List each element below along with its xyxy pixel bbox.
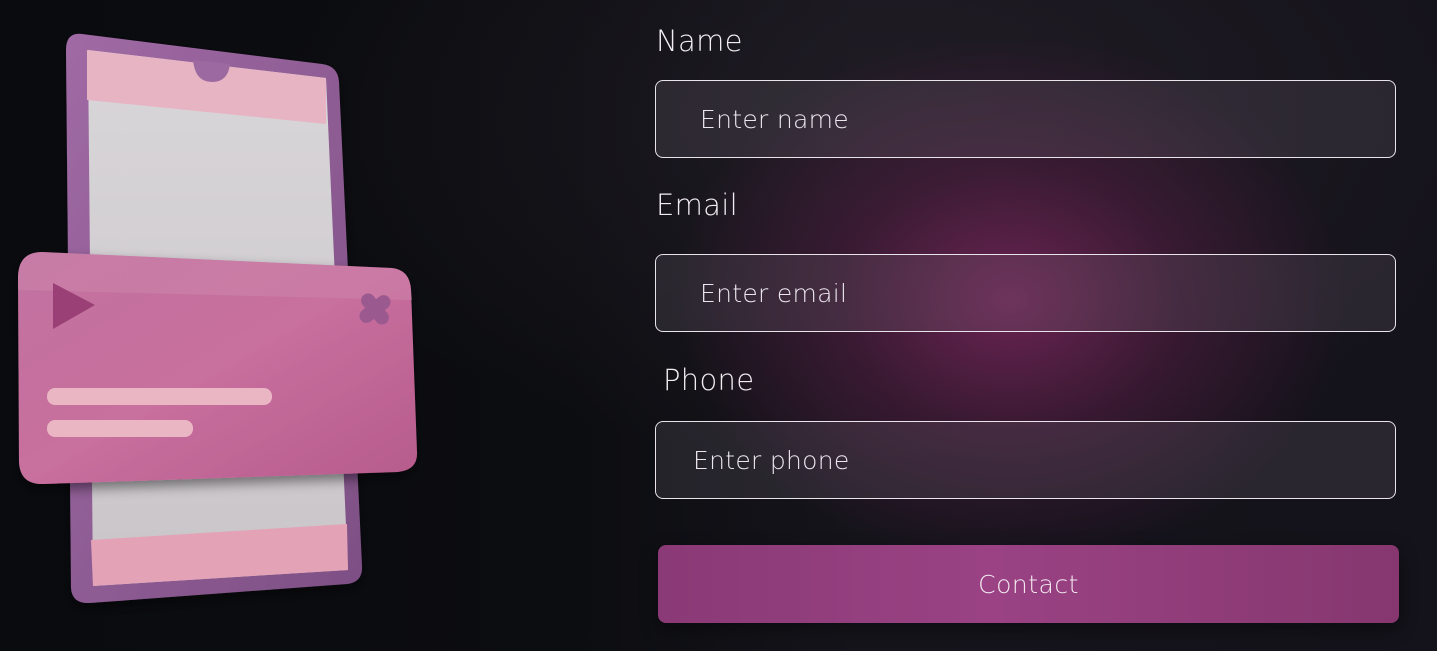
- contact-form: Name Email Phone Contact: [655, 0, 1400, 651]
- email-label: Email: [656, 188, 738, 222]
- phone-input[interactable]: [655, 421, 1396, 499]
- email-input[interactable]: [655, 254, 1396, 332]
- name-input[interactable]: [655, 80, 1396, 158]
- name-label: Name: [656, 24, 743, 58]
- illustration-graphic: [18, 33, 418, 604]
- phone-label: Phone: [663, 363, 755, 397]
- popup-card: [18, 252, 418, 485]
- card-line-2: [47, 420, 193, 437]
- phone-popup-illustration: [0, 0, 440, 651]
- card-line-1: [47, 388, 272, 405]
- contact-button[interactable]: Contact: [658, 545, 1399, 623]
